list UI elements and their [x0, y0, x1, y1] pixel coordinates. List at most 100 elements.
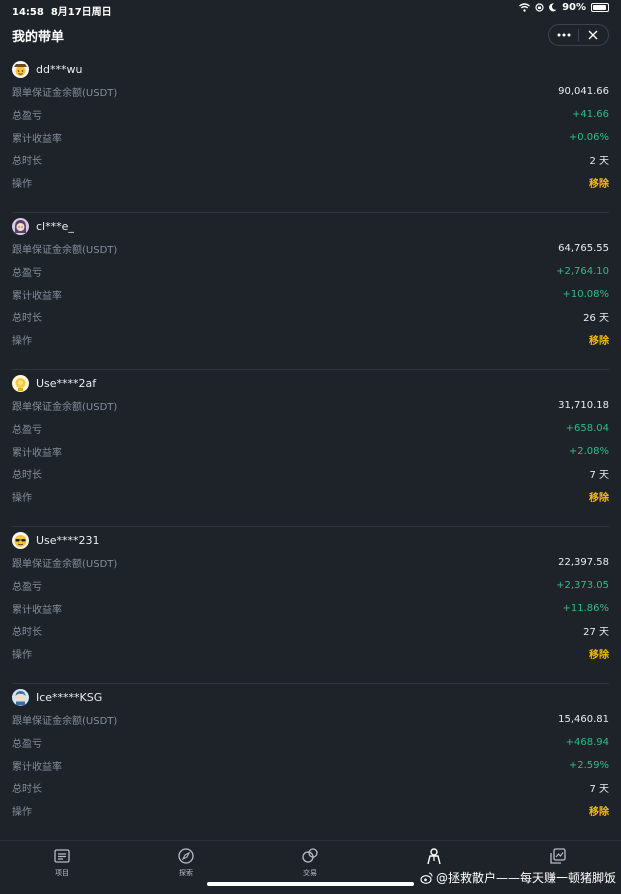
trader-card: Use****231 跟单保证金余额(USDT) 22,397.58 总盈亏 +2,…: [0, 527, 621, 684]
margin-balance-row: 跟单保证金余额(USDT) 31,710.18: [12, 398, 609, 413]
watermark-text: @拯救散户——每天赚一顿猪脚饭: [436, 871, 617, 885]
lock-rotation-icon: [535, 3, 544, 12]
girl-avatar: [12, 217, 29, 235]
cumulative-return-row: 累计收益率 +0.06%: [12, 130, 609, 145]
margin-balance-value: 15,460.81: [558, 713, 609, 725]
status-time: 14:58 8月17日周日: [12, 7, 112, 18]
trader-header: Use****231: [12, 531, 100, 549]
total-pnl-value: +658.04: [565, 422, 609, 434]
remove-button[interactable]: 移除: [589, 803, 609, 818]
total-pnl-value: +468.94: [565, 736, 609, 748]
trader-list: dd***wu 跟单保证金余额(USDT) 90,041.66 总盈亏 +41.66…: [0, 56, 621, 841]
tab-label: 项目: [55, 869, 69, 877]
total-pnl-value: +2,373.05: [556, 579, 609, 591]
trader-header: Ice*****KSG: [12, 688, 102, 706]
cumulative-return-row: 累计收益率 +10.08%: [12, 287, 609, 302]
battery-icon: [591, 3, 609, 12]
remove-button[interactable]: 移除: [589, 332, 609, 347]
more-dots-icon: [557, 33, 570, 37]
total-pnl-label: 总盈亏: [12, 267, 42, 279]
action-row: 操作 移除: [12, 646, 609, 661]
margin-balance-value: 31,710.18: [558, 399, 609, 411]
trader-name: cl***e_: [36, 219, 74, 233]
cumulative-return-value: +2.59%: [568, 759, 609, 771]
trade-icon: [302, 848, 318, 863]
cumulative-return-label: 累计收益率: [12, 761, 62, 773]
tab-label: 探索: [179, 869, 193, 877]
margin-balance-row: 跟单保证金余额(USDT) 64,765.55: [12, 241, 609, 256]
cumulative-return-value: +0.06%: [568, 131, 609, 143]
status-indicators: 90%: [519, 2, 609, 13]
trader-card: dd***wu 跟单保证金余额(USDT) 90,041.66 总盈亏 +41.66…: [0, 56, 621, 213]
total-duration-row: 总时长 7 天: [12, 780, 609, 795]
trader-card: Use****2af 跟单保证金余额(USDT) 31,710.18 总盈亏 +65…: [0, 370, 621, 527]
action-label: 操作: [12, 806, 32, 818]
action-label: 操作: [12, 492, 32, 504]
total-duration-label: 总时长: [12, 155, 42, 167]
trader-card: cl***e_ 跟单保证金余额(USDT) 64,765.55 总盈亏 +2,764…: [0, 213, 621, 370]
action-row: 操作 移除: [12, 803, 609, 818]
cumulative-return-row: 累计收益率 +11.86%: [12, 601, 609, 616]
moon-icon: [549, 3, 557, 12]
tab-projects[interactable]: 项目: [32, 847, 92, 881]
tab-label: 交易: [303, 869, 317, 877]
remove-button[interactable]: 移除: [589, 489, 609, 504]
total-pnl-label: 总盈亏: [12, 110, 42, 122]
cowboy-emoji-avatar: [12, 60, 29, 78]
total-pnl-label: 总盈亏: [12, 581, 42, 593]
more-button[interactable]: [549, 25, 578, 45]
margin-balance-value: 64,765.55: [558, 242, 609, 254]
trader-name: Use****2af: [36, 376, 97, 390]
total-duration-value: 26 天: [583, 312, 609, 324]
total-duration-row: 总时长 2 天: [12, 152, 609, 167]
close-icon: [588, 30, 598, 40]
remove-button[interactable]: 移除: [589, 646, 609, 661]
trader-name: Ice*****KSG: [36, 690, 103, 704]
cumulative-return-value: +10.08%: [562, 288, 609, 300]
tab-trade[interactable]: 交易: [280, 847, 340, 881]
trader-header: cl***e_: [12, 217, 74, 235]
sunglasses-emoji-avatar: [12, 531, 29, 549]
mini-program-capsule: [548, 24, 609, 46]
margin-balance-label: 跟单保证金余额(USDT): [12, 401, 118, 413]
total-pnl-value: +2,764.10: [556, 265, 609, 277]
home-indicator[interactable]: [207, 882, 414, 886]
remove-button[interactable]: 移除: [589, 175, 609, 190]
margin-balance-row: 跟单保证金余额(USDT) 15,460.81: [12, 712, 609, 727]
total-duration-label: 总时长: [12, 783, 42, 795]
compass-icon: [178, 848, 194, 864]
close-button[interactable]: [579, 25, 608, 45]
total-duration-value: 7 天: [589, 783, 609, 795]
page-title: 我的带单: [12, 30, 65, 45]
trader-name: dd***wu: [36, 62, 83, 76]
total-duration-row: 总时长 7 天: [12, 466, 609, 481]
total-pnl-row: 总盈亏 +658.04: [12, 421, 609, 436]
total-duration-label: 总时长: [12, 469, 42, 481]
margin-balance-label: 跟单保证金余额(USDT): [12, 558, 118, 570]
cumulative-return-value: +11.86%: [562, 602, 609, 614]
watermark: @拯救散户——每天赚一顿猪脚饭: [420, 869, 616, 886]
tab-explore[interactable]: 探索: [156, 847, 216, 881]
total-duration-value: 27 天: [583, 626, 609, 638]
margin-balance-label: 跟单保证金余额(USDT): [12, 244, 118, 256]
wifi-icon: [519, 3, 530, 12]
weibo-logo-icon: [420, 872, 433, 884]
total-pnl-value: +41.66: [571, 108, 609, 120]
total-duration-value: 2 天: [589, 155, 609, 167]
header: 我的带单: [0, 22, 621, 48]
total-pnl-row: 总盈亏 +2,764.10: [12, 264, 609, 279]
battery-fill: [593, 5, 606, 10]
list-icon: [54, 849, 70, 863]
margin-balance-value: 22,397.58: [558, 556, 609, 568]
action-label: 操作: [12, 649, 32, 661]
cumulative-return-label: 累计收益率: [12, 133, 62, 145]
margin-balance-row: 跟单保证金余额(USDT) 90,041.66: [12, 84, 609, 99]
cumulative-return-row: 累计收益率 +2.08%: [12, 444, 609, 459]
copy-chart-icon: [550, 848, 566, 864]
action-row: 操作 移除: [12, 175, 609, 190]
total-duration-value: 7 天: [589, 469, 609, 481]
action-label: 操作: [12, 178, 32, 190]
cumulative-return-row: 累计收益率 +2.59%: [12, 758, 609, 773]
character-avatar: [12, 688, 29, 706]
cumulative-return-label: 累计收益率: [12, 447, 62, 459]
